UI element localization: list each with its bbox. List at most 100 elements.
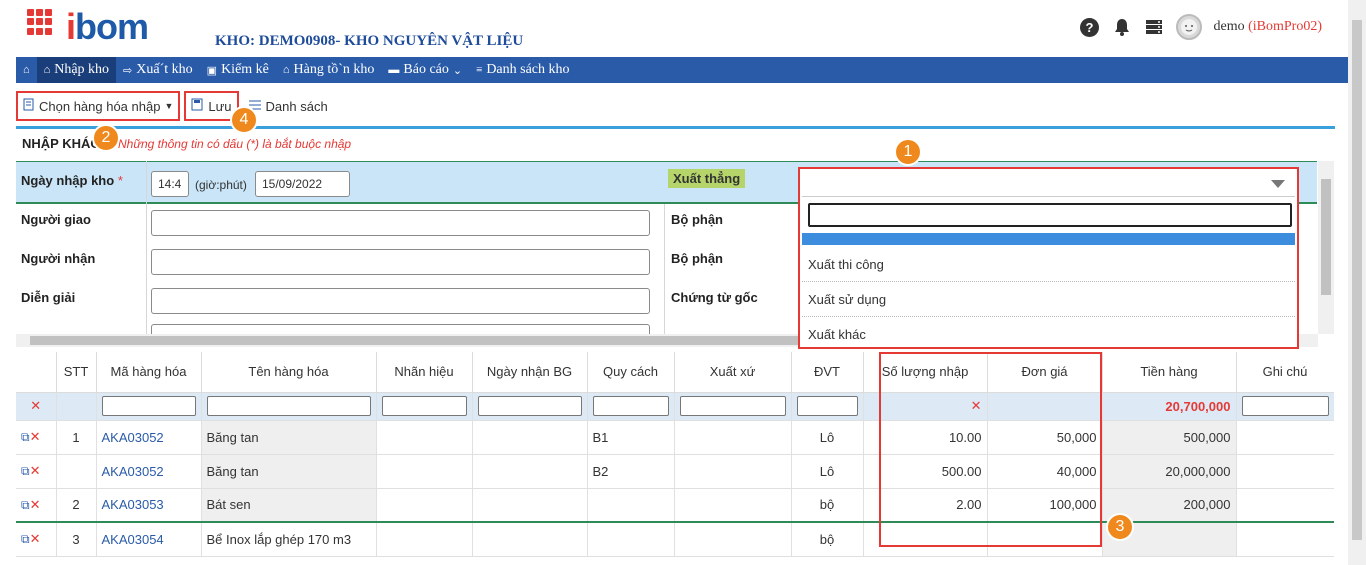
nav-kiem-ke[interactable]: ▣ Kiểm kê: [200, 57, 276, 83]
col-quy-cach[interactable]: Quy cách: [587, 352, 675, 393]
filter-dvt-input[interactable]: [796, 396, 858, 416]
xuat-thang-dropdown[interactable]: Xuất thi công Xuất sử dụng Xuất khác: [798, 167, 1299, 349]
cell-brand[interactable]: [376, 420, 473, 455]
dropdown-option[interactable]: Xuất thi công: [808, 257, 884, 272]
dien-giai-textarea[interactable]: [151, 288, 650, 314]
form-hscrollbar-thumb[interactable]: [30, 336, 800, 345]
col-ma-hang[interactable]: Mã hàng hóa: [96, 352, 202, 393]
filter-ghi-chu-input[interactable]: [1241, 396, 1329, 416]
cell-origin[interactable]: [674, 488, 792, 523]
server-icon[interactable]: [1144, 17, 1164, 37]
form-vscrollbar-thumb[interactable]: [1321, 179, 1331, 295]
nav-home[interactable]: ⌂: [16, 57, 37, 83]
cell-note[interactable]: [1236, 488, 1334, 523]
xuat-thang-select[interactable]: [802, 171, 1295, 197]
cell-brand[interactable]: [376, 454, 473, 489]
nav-bao-cao[interactable]: ▬ Báo cáo ⌄: [381, 57, 469, 83]
col-ngay-nhan-bg[interactable]: Ngày nhận BG: [472, 352, 588, 393]
cell-code[interactable]: AKA03054: [96, 521, 202, 557]
copy-icon[interactable]: ⧉: [21, 464, 30, 478]
col-don-gia[interactable]: Đơn giá: [987, 352, 1103, 393]
clear-qty-icon[interactable]: ✕: [971, 398, 982, 413]
cell-code[interactable]: AKA03052: [96, 420, 202, 455]
cell-date[interactable]: [472, 521, 588, 557]
dropdown-option[interactable]: Xuất sử dụng: [808, 292, 886, 307]
app-grid-icon[interactable]: [27, 9, 53, 35]
cell-spec[interactable]: B1: [587, 420, 675, 455]
cell-origin[interactable]: [674, 454, 792, 489]
page-scrollbar-thumb[interactable]: [1352, 20, 1362, 540]
time-input[interactable]: 14:4: [151, 171, 189, 197]
cell-code[interactable]: AKA03052: [96, 454, 202, 489]
col-nhan-hieu[interactable]: Nhãn hiệu: [376, 352, 473, 393]
table-row[interactable]: ⧉✕ AKA03052 Băng tan B2 Lô 500.00 40,000…: [16, 454, 1334, 489]
bell-icon[interactable]: [1112, 17, 1132, 37]
dropdown-option-empty[interactable]: [802, 233, 1295, 245]
dropdown-option[interactable]: Xuất khác: [808, 327, 866, 342]
cell-spec[interactable]: [587, 521, 675, 557]
filter-xuat-xu-input[interactable]: [679, 396, 786, 416]
col-ghi-chu[interactable]: Ghi chú: [1236, 352, 1334, 393]
cell-origin[interactable]: [674, 521, 792, 557]
dropdown-search-input[interactable]: [808, 203, 1292, 227]
cell-note[interactable]: [1236, 420, 1334, 455]
avatar[interactable]: [1175, 14, 1202, 40]
col-dvt[interactable]: ĐVT: [791, 352, 864, 393]
delete-icon[interactable]: ✕: [30, 429, 41, 444]
page-scrollbar[interactable]: [1348, 0, 1366, 565]
cell-qty[interactable]: 500.00: [863, 454, 988, 489]
cell-spec[interactable]: B2: [587, 454, 675, 489]
cell-date[interactable]: [472, 488, 588, 523]
col-xuat-xu[interactable]: Xuất xứ: [674, 352, 792, 393]
form-vscrollbar[interactable]: [1318, 161, 1334, 334]
choose-items-button[interactable]: Chọn hàng hóa nhập ▼: [16, 91, 181, 121]
cell-qty[interactable]: 2.00: [863, 488, 988, 523]
delete-icon[interactable]: ✕: [30, 497, 41, 512]
cell-code[interactable]: AKA03053: [96, 488, 202, 523]
col-ten-hang[interactable]: Tên hàng hóa: [201, 352, 377, 393]
cell-date[interactable]: [472, 454, 588, 489]
cell-qty[interactable]: [863, 521, 988, 557]
table-row[interactable]: ⧉✕ 3 AKA03054 Bể Inox lắp ghép 170 m3 bộ: [16, 521, 1334, 557]
nguoi-nhan-input[interactable]: [151, 249, 650, 275]
cell-price[interactable]: [987, 521, 1103, 557]
cell-brand[interactable]: [376, 521, 473, 557]
cell-note[interactable]: [1236, 521, 1334, 557]
nav-danh-sach-kho[interactable]: ≡ Danh sách kho: [469, 57, 576, 83]
clear-filter-icon[interactable]: ✕: [30, 398, 41, 413]
date-input[interactable]: 15/09/2022: [255, 171, 350, 197]
filter-quy-cach-input[interactable]: [592, 396, 669, 416]
filter-nhan-hieu-input[interactable]: [381, 396, 467, 416]
cell-brand[interactable]: [376, 488, 473, 523]
cell-origin[interactable]: [674, 420, 792, 455]
next-row-input[interactable]: [151, 324, 650, 334]
help-icon[interactable]: ?: [1080, 17, 1100, 37]
copy-icon[interactable]: ⧉: [21, 430, 30, 444]
cell-qty[interactable]: 10.00: [863, 420, 988, 455]
col-tien-hang[interactable]: Tiền hàng: [1102, 352, 1237, 393]
cell-date[interactable]: [472, 420, 588, 455]
filter-ma-hang-input[interactable]: [101, 396, 196, 416]
col-so-luong[interactable]: Số lượng nhập: [863, 352, 988, 393]
delete-icon[interactable]: ✕: [30, 463, 41, 478]
section-title: NHẬP KHÁC: [22, 136, 100, 151]
cell-price[interactable]: 40,000: [987, 454, 1103, 489]
delete-icon[interactable]: ✕: [30, 531, 41, 546]
cell-spec[interactable]: [587, 488, 675, 523]
user-name[interactable]: demo (iBomPro02): [1214, 19, 1323, 35]
nav-nhap-kho[interactable]: ⌂ Nhập kho: [36, 57, 117, 83]
nguoi-giao-input[interactable]: [151, 210, 650, 236]
table-row[interactable]: ⧉✕ 1 AKA03052 Băng tan B1 Lô 10.00 50,00…: [16, 420, 1334, 455]
cell-price[interactable]: 100,000: [987, 488, 1103, 523]
nav-hang-ton-kho[interactable]: ⌂ Hàng tồ`n kho: [276, 57, 382, 83]
col-stt[interactable]: STT: [56, 352, 97, 393]
cell-note[interactable]: [1236, 454, 1334, 489]
filter-ngay-nhan-input[interactable]: [477, 396, 582, 416]
cell-price[interactable]: 50,000: [987, 420, 1103, 455]
copy-icon[interactable]: ⧉: [21, 532, 30, 546]
table-row[interactable]: ⧉✕ 2 AKA03053 Bát sen bộ 2.00 100,000 20…: [16, 488, 1334, 523]
copy-icon[interactable]: ⧉: [21, 498, 30, 512]
filter-ten-hang-input[interactable]: [206, 396, 371, 416]
ibom-logo[interactable]: ibom: [66, 6, 149, 48]
nav-xuat-kho[interactable]: ⇨ Xuấ´t kho: [116, 57, 200, 83]
